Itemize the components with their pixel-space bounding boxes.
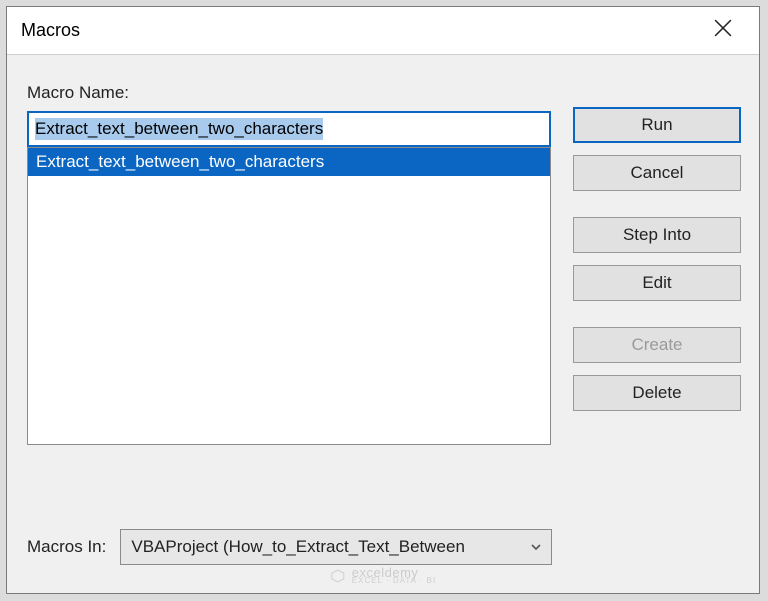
watermark: exceldemy EXCEL · DATA · BI [330, 566, 436, 585]
logo-icon [330, 568, 346, 584]
edit-button[interactable]: Edit [573, 265, 741, 301]
macros-in-label: Macros In: [27, 537, 106, 557]
button-column: Run Cancel Step Into Edit Create Delete [573, 83, 741, 445]
macros-in-value: VBAProject (How_to_Extract_Text_Between [131, 537, 529, 557]
watermark-brand: exceldemy [352, 565, 419, 580]
macro-list[interactable]: Extract_text_between_two_characters [27, 147, 551, 445]
macros-in-select[interactable]: VBAProject (How_to_Extract_Text_Between [120, 529, 552, 565]
macros-dialog: Macros Macro Name: Extract_text_between_… [6, 6, 760, 594]
macro-name-value: Extract_text_between_two_characters [35, 118, 323, 140]
left-pane: Macro Name: Extract_text_between_two_cha… [27, 83, 551, 445]
dialog-title: Macros [21, 20, 699, 41]
run-button[interactable]: Run [573, 107, 741, 143]
footer: Macros In: VBAProject (How_to_Extract_Te… [27, 529, 552, 565]
chevron-down-icon [529, 540, 543, 554]
list-item[interactable]: Extract_text_between_two_characters [28, 148, 550, 176]
delete-button[interactable]: Delete [573, 375, 741, 411]
close-button[interactable] [699, 7, 747, 55]
cancel-button[interactable]: Cancel [573, 155, 741, 191]
macro-name-input[interactable]: Extract_text_between_two_characters [27, 111, 551, 147]
macro-name-label: Macro Name: [27, 83, 551, 103]
close-icon [714, 19, 732, 43]
titlebar: Macros [7, 7, 759, 55]
create-button: Create [573, 327, 741, 363]
dialog-body: Macro Name: Extract_text_between_two_cha… [7, 55, 759, 445]
step-into-button[interactable]: Step Into [573, 217, 741, 253]
watermark-sub: EXCEL · DATA · BI [352, 577, 436, 585]
